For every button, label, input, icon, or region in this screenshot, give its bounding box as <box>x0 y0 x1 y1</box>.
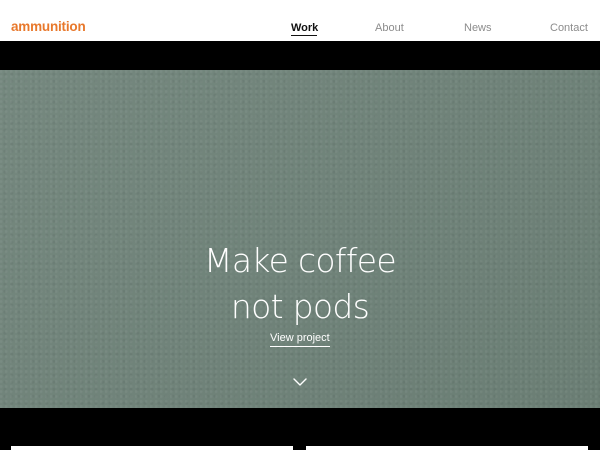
page: ammunition Work About News Contact Make … <box>0 0 600 450</box>
nav-contact[interactable]: Contact <box>550 21 588 35</box>
project-card-1[interactable] <box>11 446 293 450</box>
hero-section: Make coffee not pods View project <box>0 70 600 408</box>
hero-title-line-2: not pods <box>230 287 370 327</box>
ammunition-logo[interactable]: ammunition <box>11 19 86 35</box>
nav-about[interactable]: About <box>375 21 404 35</box>
bottom-black-band <box>0 408 600 450</box>
view-project-link[interactable]: View project <box>270 331 330 347</box>
nav-news[interactable]: News <box>464 21 492 35</box>
site-header: ammunition Work About News Contact <box>0 0 600 41</box>
hero-title-line-1: Make coffee <box>204 241 397 281</box>
active-nav-underline <box>291 35 317 36</box>
hero-title: Make coffee not pods <box>0 238 600 330</box>
project-card-2[interactable] <box>306 446 588 450</box>
nav-work[interactable]: Work <box>291 21 318 35</box>
top-black-band <box>0 41 600 70</box>
chevron-down-icon[interactable] <box>293 378 307 387</box>
